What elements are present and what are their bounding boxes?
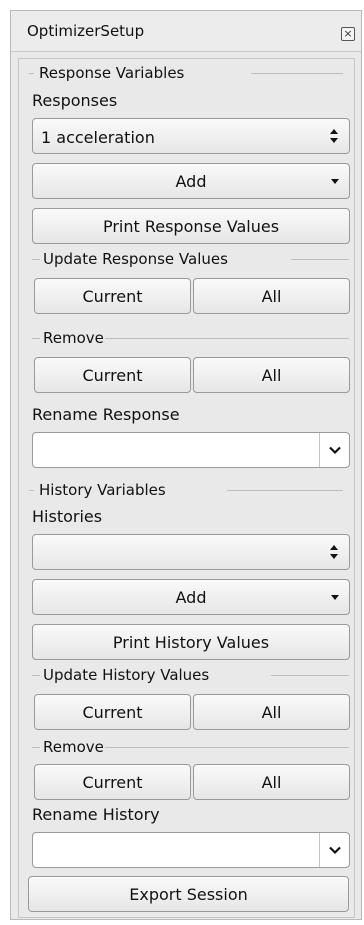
group-border [32, 747, 40, 748]
rename-response-dropdown-button[interactable] [319, 433, 349, 467]
close-icon[interactable]: × [341, 27, 355, 41]
remove-history-current-button[interactable]: Current [34, 764, 191, 800]
remove-history-all-button[interactable]: All [193, 764, 350, 800]
export-session-button[interactable]: Export Session [28, 876, 349, 912]
update-history-values-title: Update History Values [43, 666, 210, 684]
rename-response-label: Rename Response [32, 405, 180, 424]
group-border [32, 259, 40, 260]
dropdown-arrow-icon [331, 179, 339, 184]
add-response-button[interactable]: Add [32, 163, 350, 199]
histories-select[interactable] [32, 534, 350, 570]
chevron-down-icon [329, 446, 341, 455]
dropdown-arrow-icon [331, 595, 339, 600]
update-response-values-title: Update Response Values [43, 250, 228, 268]
add-history-button[interactable]: Add [32, 579, 350, 615]
rename-history-label: Rename History [32, 805, 160, 824]
print-history-values-label: Print History Values [112, 633, 270, 652]
update-history-all-label: All [261, 703, 282, 722]
print-response-values-button[interactable]: Print Response Values [32, 208, 350, 244]
group-border [291, 259, 349, 260]
response-variables-title: Response Variables [39, 64, 185, 82]
remove-history-title: Remove [43, 738, 104, 756]
title-bar: OptimizerSetup × [11, 11, 361, 52]
update-history-all-button[interactable]: All [193, 694, 350, 730]
update-history-current-button[interactable]: Current [34, 694, 191, 730]
setup-content: Response Variables Responses 1 accelerat… [18, 58, 355, 918]
add-response-label: Add [175, 172, 207, 191]
group-border [105, 338, 349, 339]
update-response-all-button[interactable]: All [193, 278, 350, 314]
group-border [32, 675, 40, 676]
window-title: OptimizerSetup [27, 22, 145, 40]
chevron-down-icon [329, 846, 341, 855]
group-border [29, 490, 34, 491]
remove-response-all-button[interactable]: All [193, 357, 350, 393]
responses-select[interactable]: 1 acceleration [32, 118, 350, 154]
rename-history-combo[interactable] [32, 832, 350, 868]
remove-response-current-button[interactable]: Current [34, 357, 191, 393]
responses-label: Responses [32, 91, 118, 110]
remove-history-all-label: All [261, 773, 282, 792]
group-border [29, 73, 34, 74]
optimizer-setup-panel: OptimizerSetup × Response Variables Resp… [10, 10, 362, 920]
responses-selected-value: 1 acceleration [41, 128, 155, 147]
update-history-current-label: Current [82, 703, 143, 722]
history-variables-title: History Variables [39, 481, 166, 499]
print-response-values-label: Print Response Values [102, 217, 280, 236]
group-border [251, 73, 343, 74]
remove-response-current-label: Current [82, 366, 143, 385]
histories-label: Histories [32, 507, 103, 526]
rename-response-combo[interactable] [32, 432, 350, 468]
update-response-current-button[interactable]: Current [34, 278, 191, 314]
group-border [271, 675, 349, 676]
add-history-label: Add [175, 588, 207, 607]
remove-response-title: Remove [43, 329, 104, 347]
rename-history-dropdown-button[interactable] [319, 833, 349, 867]
export-session-label: Export Session [129, 885, 248, 904]
up-down-spin-icon [330, 129, 338, 143]
group-border [32, 338, 40, 339]
print-history-values-button[interactable]: Print History Values [32, 624, 350, 660]
remove-history-current-label: Current [82, 773, 143, 792]
up-down-spin-icon [330, 545, 338, 559]
group-border [105, 747, 349, 748]
group-border [227, 490, 343, 491]
update-response-all-label: All [261, 287, 282, 306]
update-response-current-label: Current [82, 287, 143, 306]
remove-response-all-label: All [261, 366, 282, 385]
